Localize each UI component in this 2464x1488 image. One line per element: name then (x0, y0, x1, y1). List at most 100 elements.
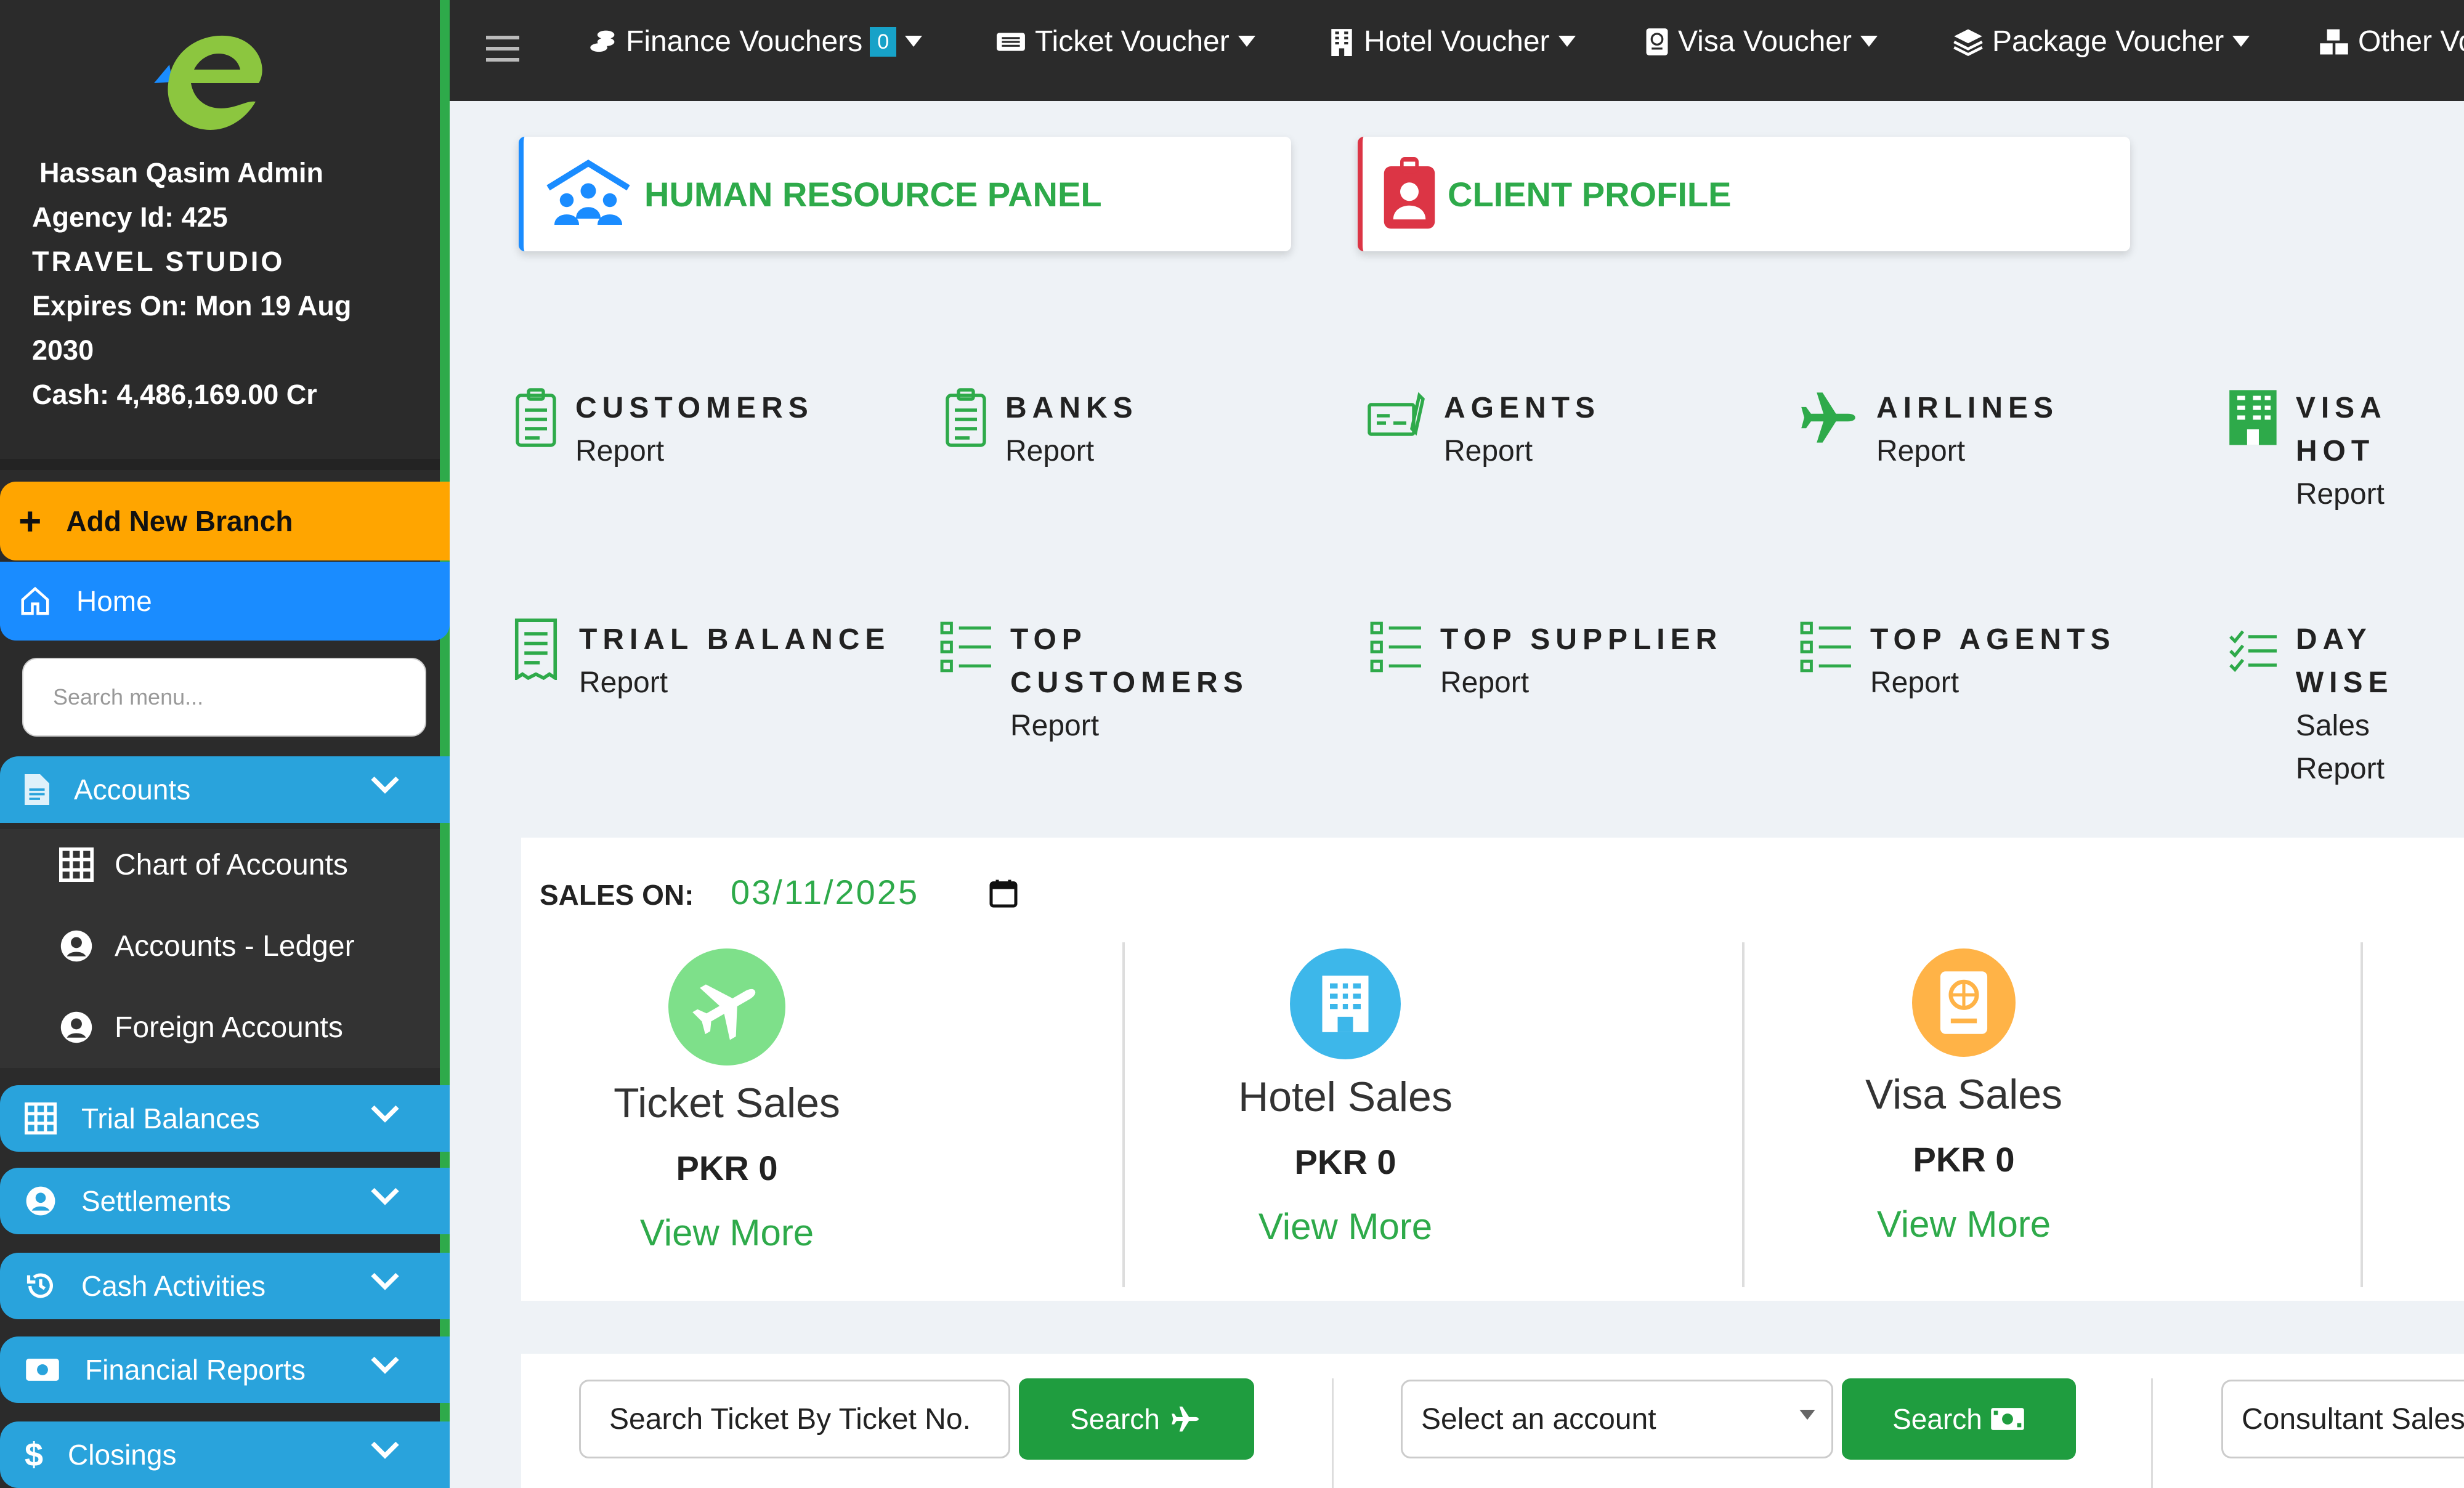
visa-sales-amount: PKR 0 (1913, 1140, 2015, 1179)
accounts-label: Accounts (74, 774, 191, 806)
ticket-sales-view-more-link[interactable]: View More (450, 1211, 1004, 1254)
sidebar-item-accounts-ledger[interactable]: Accounts - Ledger (59, 929, 355, 963)
sidebar-group-closings[interactable]: $ Closings (0, 1421, 450, 1488)
consultant-sales-select[interactable]: Consultant Sales (2221, 1380, 2464, 1458)
clipboard-list-icon (946, 388, 986, 447)
report-subtitle: Report (1440, 666, 1530, 699)
add-branch-label: Add New Branch (66, 505, 293, 537)
nav-package-voucher[interactable]: Package Voucher (1953, 25, 2258, 59)
account-select[interactable]: Select an account (1401, 1380, 1833, 1458)
user-circle-icon (26, 1186, 55, 1216)
agency-name: TRAVEL STUDIO (32, 246, 285, 277)
checklist-icon (2229, 630, 2277, 673)
visa-hotel-report-link[interactable]: VISA HOT Report (2227, 387, 2464, 516)
sales-date-input[interactable]: 03/11/2025 (731, 872, 919, 912)
ticket-search-button[interactable]: Search (1019, 1378, 1254, 1460)
search-menu-input[interactable] (52, 684, 397, 711)
client-profile-card[interactable]: CLIENT PROFILE (1358, 137, 2130, 251)
search-button-label: Search (1892, 1403, 1982, 1435)
customers-report-link[interactable]: CUSTOMERS Report (514, 387, 814, 473)
report-subtitle: Report (1444, 435, 1533, 467)
trial-balances-label: Trial Balances (81, 1102, 260, 1134)
search-button-label: Search (1070, 1403, 1160, 1435)
history-icon (26, 1273, 53, 1298)
sidebar-item-chart-of-accounts[interactable]: Chart of Accounts (59, 847, 348, 882)
cash-balance: Cash: 4,486,169.00 Cr (32, 379, 317, 410)
expires-on: Expires On: Mon 19 Aug (32, 290, 352, 321)
client-profile-label: CLIENT PROFILE (1448, 174, 1732, 214)
search-menu-field[interactable] (22, 658, 426, 737)
money-check-icon (1368, 392, 1425, 436)
trial-balance-report-link[interactable]: TRIAL BALANCE Report (510, 618, 890, 705)
clipboard-list-icon (516, 388, 556, 447)
agency-id: Agency Id: 425 (32, 201, 228, 233)
caret-down-icon (1238, 35, 1255, 47)
hotel-sales-card: Hotel Sales PKR 0 View More (1068, 948, 1623, 1248)
sidebar-group-cash-activities[interactable]: Cash Activities (0, 1253, 450, 1319)
list-icon (940, 621, 991, 673)
chevron-down-icon (371, 1187, 399, 1205)
ticket-search-input[interactable] (608, 1401, 1008, 1437)
list-icon (1370, 621, 1421, 673)
report-subtitle: Report (575, 435, 665, 467)
layers-icon (1953, 29, 1983, 56)
nav-other-vouchers[interactable]: Other Vo (2319, 25, 2464, 59)
sidebar-group-financial-reports[interactable]: Financial Reports (0, 1336, 450, 1403)
search-divider (1332, 1378, 1334, 1488)
hotel-icon (2229, 390, 2277, 445)
chart-of-accounts-label: Chart of Accounts (115, 848, 348, 881)
report-subtitle: Report (1876, 435, 1966, 467)
calendar-icon[interactable] (988, 878, 1019, 909)
top-supplier-report-link[interactable]: TOP SUPPLIER Report (1370, 618, 1722, 705)
visa-sales-view-more-link[interactable]: View More (1687, 1203, 2241, 1245)
caret-down-icon (2232, 35, 2250, 47)
add-new-branch-button[interactable]: + Add New Branch (0, 482, 450, 560)
nav-hotel-voucher[interactable]: Hotel Voucher (1328, 25, 1584, 59)
report-title: CUSTOMERS (575, 392, 814, 424)
hotel-sales-title: Hotel Sales (1238, 1074, 1453, 1120)
receipt-icon (514, 618, 557, 680)
caret-down-icon (1860, 35, 1878, 47)
people-house-icon (546, 160, 630, 225)
coins-icon (590, 30, 615, 52)
closings-label: Closings (68, 1439, 177, 1471)
banks-report-link[interactable]: BANKS Report (944, 387, 1138, 473)
nav-ticket-voucher[interactable]: Ticket Voucher (995, 25, 1264, 59)
nav-visa-voucher[interactable]: Visa Voucher (1645, 25, 1886, 59)
chevron-down-icon (371, 1272, 399, 1290)
top-customers-report-link[interactable]: TOP CUSTOMERS Report (940, 618, 1249, 748)
airlines-report-link[interactable]: AIRLINES Report (1797, 387, 2059, 473)
plane-icon (1172, 1406, 1199, 1432)
day-wise-sales-report-link[interactable]: DAY WISE Sales Report (2229, 618, 2464, 791)
sidebar-group-settlements[interactable]: Settlements (0, 1168, 450, 1234)
accounts-submenu: Chart of Accounts Accounts - Ledger Fore… (0, 829, 440, 1068)
expires-year: 2030 (32, 334, 94, 366)
report-subtitle: Report (1870, 666, 1959, 699)
hamburger-menu-icon[interactable] (484, 32, 521, 65)
visa-sales-title: Visa Sales (1865, 1071, 2063, 1118)
account-search-button[interactable]: Search (1842, 1378, 2076, 1460)
passport-icon (1940, 971, 1988, 1034)
ticket-search-field[interactable] (579, 1380, 1010, 1458)
sidebar-item-foreign-accounts[interactable]: Foreign Accounts (59, 1010, 343, 1045)
human-resource-panel-label: HUMAN RESOURCE PANEL (644, 174, 1102, 214)
consultant-sales-value: Consultant Sales (2242, 1402, 2464, 1436)
sidebar-group-trial-balances[interactable]: Trial Balances (0, 1085, 450, 1152)
chevron-down-icon (371, 776, 399, 794)
report-title: DAY WISE (2295, 623, 2394, 699)
report-title: TRIAL BALANCE (579, 623, 891, 656)
dollar-icon: $ (25, 1436, 44, 1473)
nav-finance-vouchers[interactable]: Finance Vouchers 0 (589, 25, 931, 59)
ticket-sales-icon-circle (668, 948, 785, 1065)
account-select-value: Select an account (1421, 1402, 1656, 1436)
user-name: Hassan Qasim Admin (39, 157, 323, 188)
sidebar-item-home[interactable]: Home (0, 562, 450, 641)
sidebar-group-accounts[interactable]: Accounts (0, 756, 450, 823)
top-agents-report-link[interactable]: TOP AGENTS Report (1800, 618, 2116, 705)
report-title: TOP AGENTS (1870, 623, 2116, 656)
agents-report-link[interactable]: AGENTS Report (1368, 387, 1600, 473)
human-resource-panel-card[interactable]: HUMAN RESOURCE PANEL (519, 137, 1291, 251)
hotel-sales-view-more-link[interactable]: View More (1068, 1205, 1623, 1248)
passport-icon (1646, 28, 1668, 55)
money-bill-icon (26, 1359, 59, 1381)
